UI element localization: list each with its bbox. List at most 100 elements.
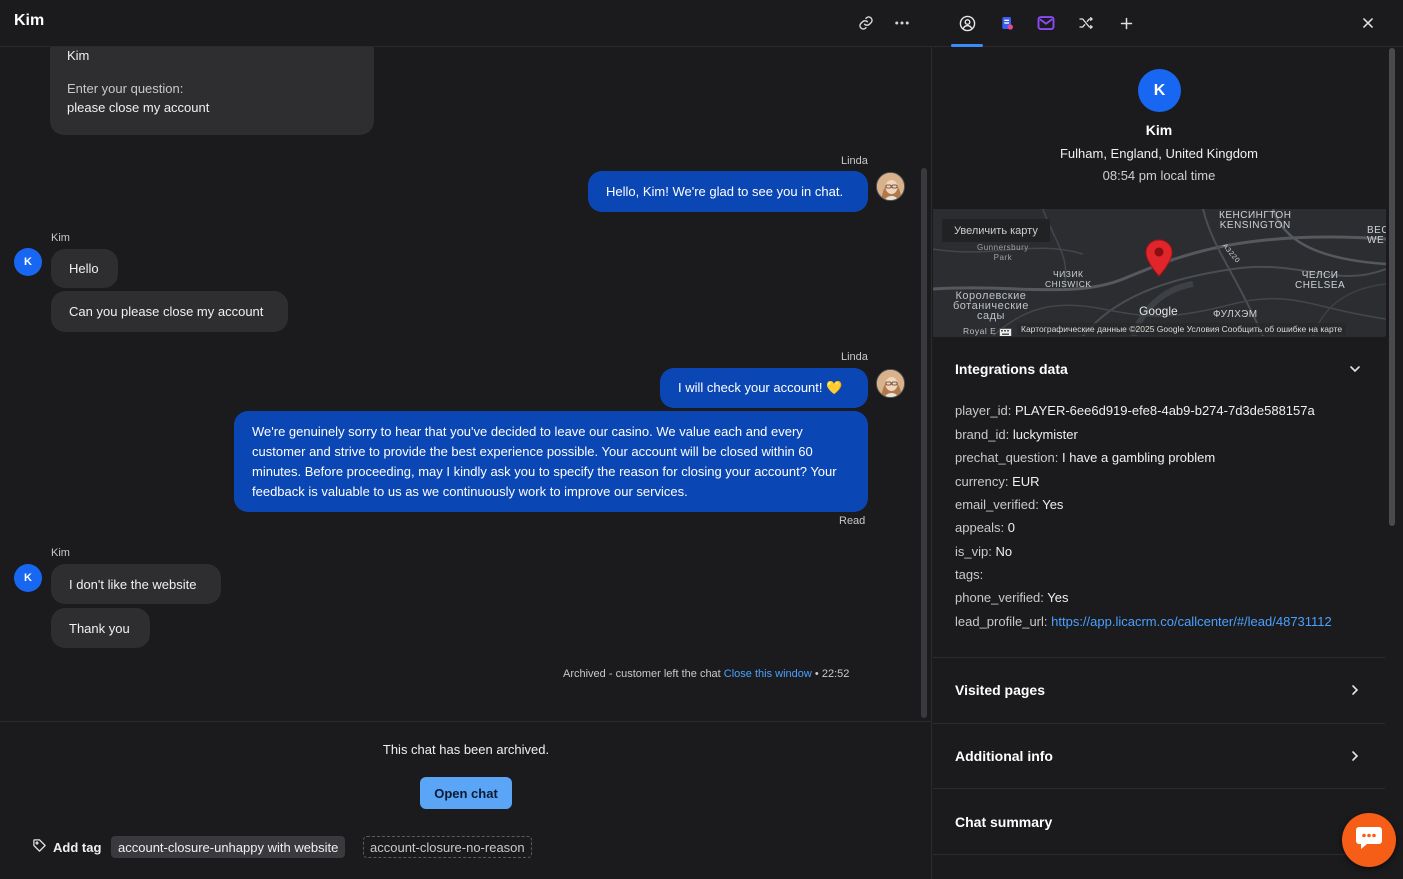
integration-field: lead_profile_url: https://app.licacrm.co… <box>955 614 1332 629</box>
customer-sender-label: Kim <box>51 232 70 244</box>
profile-avatar: K <box>1138 69 1181 112</box>
enlarge-map-button[interactable]: Увеличить карту <box>942 219 1050 242</box>
close-window-link[interactable]: Close this window <box>724 668 812 680</box>
location-pin-icon <box>1145 239 1173 282</box>
field-key: prechat_question: <box>955 450 1059 465</box>
map-label-gunnersbury: Gunnersbury Park <box>977 243 1029 262</box>
integrations-title[interactable]: Integrations data <box>955 361 1068 377</box>
map-attribution[interactable]: Картографические данные ©2025 Google Усл… <box>1017 323 1347 335</box>
chevron-right-icon[interactable] <box>1347 682 1363 698</box>
keyboard-icon <box>999 324 1012 336</box>
map-label-bec: BEC WE <box>1367 225 1386 246</box>
field-value: 0 <box>1007 520 1016 535</box>
prechat-card: Kim Enter your question: please close my… <box>50 40 374 135</box>
field-key: lead_profile_url: <box>955 614 1048 629</box>
add-tag-button[interactable]: Add tag <box>32 838 101 856</box>
map-label-fulham: ФУЛХЭМ <box>1213 309 1258 320</box>
customer-message: Hello <box>51 249 118 288</box>
add-tag-label: Add tag <box>53 839 102 855</box>
prechat-name: Kim <box>67 48 90 63</box>
integration-field: tags: <box>955 567 983 582</box>
document-app-icon[interactable] <box>995 11 1019 35</box>
tag-chip[interactable]: account-closure-unhappy with website <box>111 836 346 858</box>
map-label-kew: Королевские ботанические сады <box>953 290 1029 322</box>
chat-bubble-icon <box>1355 825 1383 856</box>
lead-profile-link[interactable]: https://app.licacrm.co/callcenter/#/lead… <box>1051 614 1332 629</box>
read-receipt: Read <box>839 515 866 527</box>
details-scrollbar[interactable] <box>1389 48 1395 526</box>
profile-location: Fulham, England, United Kingdom <box>1059 146 1258 161</box>
customer-profile-icon[interactable] <box>955 11 979 35</box>
integration-field: phone_verified: Yes <box>955 590 1069 605</box>
field-value: PLAYER-6ee6d919-efe8-4ab9-b274-7d3de5881… <box>1015 403 1315 418</box>
details-tabs <box>933 0 1403 47</box>
agent-sender-label: Linda <box>841 351 868 363</box>
agent-message: I will check your account! 💛 <box>660 368 868 408</box>
customer-avatar: K <box>14 248 42 276</box>
field-value: Yes <box>1047 590 1069 605</box>
agent-avatar <box>876 172 905 201</box>
integration-field: player_id: PLAYER-6ee6d919-efe8-4ab9-b27… <box>955 403 1315 418</box>
integration-field: prechat_question: I have a gambling prob… <box>955 450 1215 465</box>
chat-scrollbar[interactable] <box>921 168 927 718</box>
customer-message: Can you please close my account <box>51 291 288 332</box>
archived-time: 22:52 <box>821 668 850 680</box>
link-icon[interactable] <box>855 12 877 34</box>
field-key: is_vip: <box>955 544 992 559</box>
additional-info-title[interactable]: Additional info <box>955 748 1053 764</box>
chevron-down-icon[interactable] <box>1347 361 1363 377</box>
map-label-kensington: КЕНСИНГТОН KENSINGTON <box>1219 210 1292 231</box>
customer-message: Thank you <box>51 608 150 648</box>
customer-sender-label: Kim <box>51 547 70 559</box>
agent-message: Hello, Kim! We're glad to see you in cha… <box>588 171 868 212</box>
chat-summary-title[interactable]: Chat summary <box>955 814 1052 830</box>
close-icon[interactable] <box>1356 11 1380 35</box>
chevron-right-icon[interactable] <box>1347 748 1363 764</box>
profile-name: Kim <box>1145 122 1173 138</box>
section-divider <box>933 657 1385 658</box>
tag-chip[interactable]: account-closure-no-reason <box>363 836 532 858</box>
chat-header: Kim <box>0 0 932 47</box>
integration-field: currency: EUR <box>955 474 1040 489</box>
footer-divider <box>0 721 932 722</box>
map-label-chiswick: ЧИЗИК CHISWICK <box>1045 269 1092 289</box>
shuffle-icon[interactable] <box>1074 11 1098 35</box>
section-divider <box>933 788 1385 789</box>
archived-note-text: Archived - customer left the chat <box>563 668 721 680</box>
integration-field: appeals: 0 <box>955 520 1015 535</box>
section-divider <box>933 854 1385 855</box>
map-label-royal: Royal E <box>963 326 997 336</box>
tag-icon <box>32 838 47 856</box>
integration-field: is_vip: No <box>955 544 1012 559</box>
more-options-icon[interactable] <box>891 12 913 34</box>
active-tab-indicator <box>951 44 983 47</box>
mail-app-icon[interactable] <box>1034 11 1058 35</box>
map-label-chelsea: ЧЕЛСИ CHELSEA <box>1295 270 1346 291</box>
field-value: I have a gambling problem <box>1061 450 1216 465</box>
agent-sender-label: Linda <box>841 155 868 167</box>
chat-widget-button[interactable] <box>1342 813 1396 867</box>
field-value: luckymister <box>1012 427 1078 442</box>
field-value: EUR <box>1012 474 1040 489</box>
field-key: phone_verified: <box>955 590 1044 605</box>
google-logo: Google <box>1139 304 1178 318</box>
bullet-separator: • <box>814 668 819 680</box>
field-key: brand_id: <box>955 427 1010 442</box>
add-app-icon[interactable] <box>1114 11 1138 35</box>
field-key: email_verified: <box>955 497 1039 512</box>
prechat-prompt: Enter your question: <box>67 81 184 96</box>
field-key: player_id: <box>955 403 1012 418</box>
open-chat-button[interactable]: Open chat <box>420 777 512 809</box>
field-key: currency: <box>955 474 1009 489</box>
agent-message: We're genuinely sorry to hear that you'v… <box>234 411 868 512</box>
customer-avatar: K <box>14 564 42 592</box>
profile-local-time: 08:54 pm local time <box>1102 168 1216 183</box>
integration-field: email_verified: Yes <box>955 497 1063 512</box>
location-map[interactable]: Увеличить карту КЕНСИНГТОН KENSINGTON Gu… <box>933 209 1386 336</box>
field-key: tags: <box>955 567 984 582</box>
visited-pages-title[interactable]: Visited pages <box>955 682 1045 698</box>
integration-field: brand_id: luckymister <box>955 427 1078 442</box>
agent-avatar <box>876 369 905 398</box>
app: Kim Kim Enter your question: please clos… <box>0 0 1403 879</box>
prechat-question: please close my account <box>67 100 210 115</box>
